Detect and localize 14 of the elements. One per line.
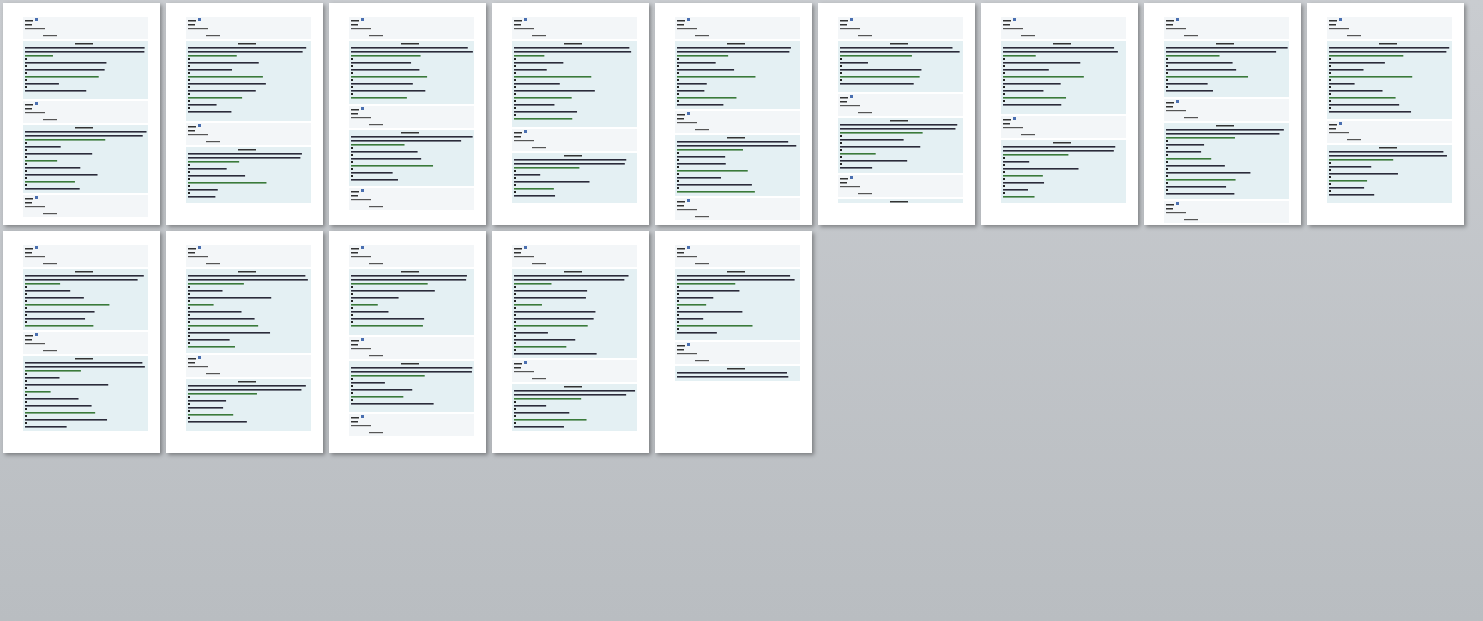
page-thumbnail[interactable] [818, 3, 975, 225]
page-thumbnail[interactable] [981, 3, 1138, 225]
page-thumbnail[interactable] [492, 231, 649, 453]
page-thumbnail[interactable] [655, 231, 812, 453]
page-thumbnail[interactable] [329, 231, 486, 453]
page-thumbnail[interactable] [1144, 3, 1301, 225]
page-thumbnail[interactable] [1307, 3, 1464, 225]
page-thumbnail[interactable] [3, 3, 160, 225]
page-thumbnail[interactable] [166, 3, 323, 225]
page-thumbnail[interactable] [492, 3, 649, 225]
page-thumbnail[interactable] [329, 3, 486, 225]
page-thumbnail[interactable] [3, 231, 160, 453]
page-thumbnail[interactable] [166, 231, 323, 453]
page-thumbnail[interactable] [655, 3, 812, 225]
